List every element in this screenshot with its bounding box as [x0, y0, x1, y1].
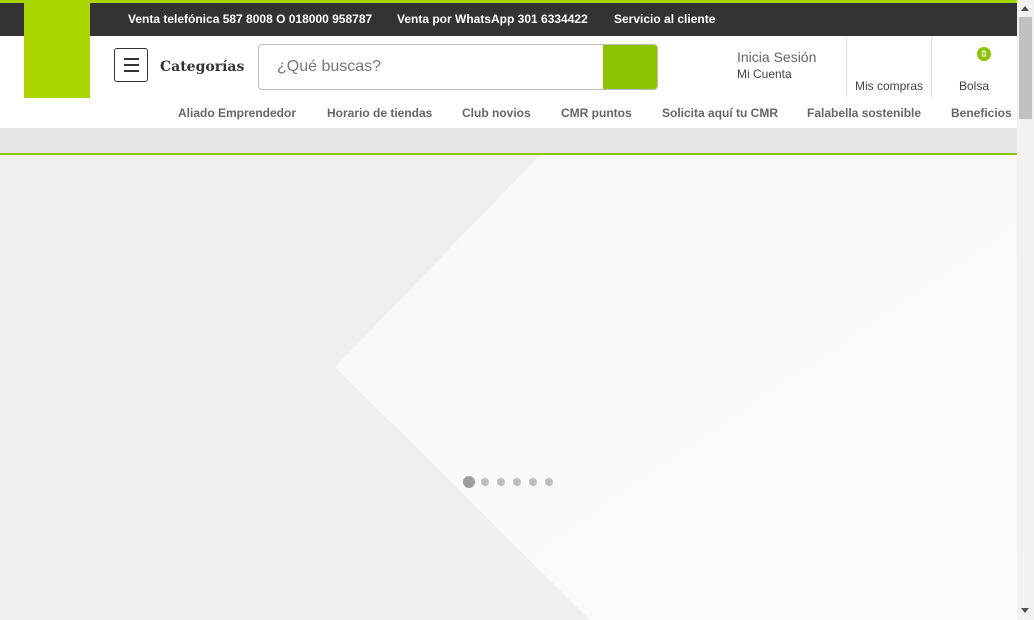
login-title: Inicia Sesión [737, 49, 817, 65]
login-link[interactable]: Inicia Sesión Mi Cuenta [737, 49, 816, 81]
nav-item-beneficios[interactable]: Beneficios [951, 106, 1012, 120]
header-divider [931, 36, 932, 97]
header-divider [846, 36, 847, 97]
scroll-up-arrow-icon[interactable] [1021, 6, 1029, 11]
nav-item-solicita-cmr[interactable]: Solicita aquí tu CMR [662, 106, 778, 120]
carousel-dot[interactable] [513, 478, 521, 486]
search-button[interactable] [603, 45, 657, 89]
scroll-thumb[interactable] [1019, 17, 1032, 119]
nav-item-club-novios[interactable]: Club novios [462, 106, 531, 120]
nav-item-falabella-sostenible[interactable]: Falabella sostenible [807, 106, 921, 120]
whatsapp-sales-link[interactable]: Venta por WhatsApp 301 6334422 [397, 12, 588, 26]
top-info-bar: Venta telefónica 587 8008 O 018000 95878… [0, 3, 1017, 36]
categories-menu-button[interactable] [114, 48, 148, 82]
store-logo[interactable] [24, 0, 90, 99]
main-header: Categorías Inicia Sesión Mi Cuenta Mis c… [0, 36, 1017, 99]
carousel-dot[interactable] [529, 478, 537, 486]
categories-label[interactable]: Categorías [160, 59, 244, 75]
carousel-dot[interactable] [463, 476, 475, 488]
search-box [258, 44, 658, 90]
scroll-down-arrow-icon[interactable] [1021, 608, 1029, 613]
bag-link[interactable]: Bolsa [959, 79, 989, 93]
hamburger-icon [123, 58, 139, 60]
carousel-dot[interactable] [481, 478, 489, 486]
carousel-dot[interactable] [497, 478, 505, 486]
customer-service-link[interactable]: Servicio al cliente [614, 12, 715, 26]
search-input[interactable] [259, 45, 604, 89]
hero-carousel[interactable] [0, 155, 1017, 620]
promo-strip [0, 128, 1017, 155]
phone-sales-link[interactable]: Venta telefónica 587 8008 O 018000 95878… [128, 12, 372, 26]
my-purchases-link[interactable]: Mis compras [855, 79, 923, 93]
secondary-nav: Aliado Emprendedor Horario de tiendas Cl… [0, 98, 1017, 128]
nav-item-aliado-emprendedor[interactable]: Aliado Emprendedor [178, 106, 296, 120]
bag-count-badge: 0 [977, 47, 991, 61]
nav-item-horario-tiendas[interactable]: Horario de tiendas [327, 106, 432, 120]
carousel-dot[interactable] [545, 478, 553, 486]
nav-item-cmr-puntos[interactable]: CMR puntos [561, 106, 632, 120]
hero-placeholder-graphic [335, 155, 1017, 620]
page-scrollbar[interactable] [1017, 0, 1034, 620]
my-account-label: Mi Cuenta [737, 67, 792, 81]
